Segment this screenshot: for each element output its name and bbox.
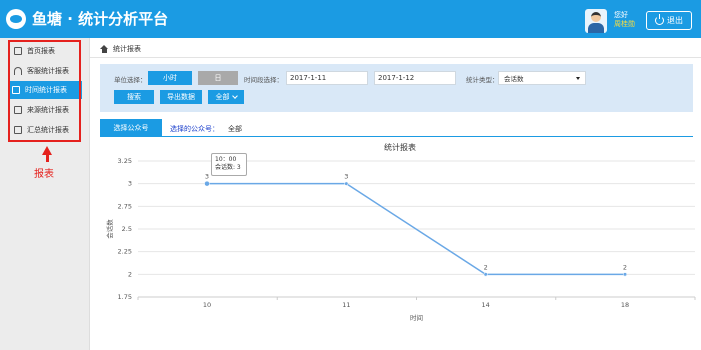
app-title: 鱼塘 · 统计分析平台 [32,10,169,28]
logout-button[interactable]: 退出 [646,11,692,30]
select-account-button[interactable]: 选择公众号 [100,119,162,136]
y-tick-label: 2 [128,270,132,278]
data-point [204,180,210,187]
export-button[interactable]: 导出数据 [160,90,202,104]
tab-divider [100,136,693,137]
y-tick-label: 1.75 [118,293,132,301]
end-date-input[interactable]: 2017-1-12 [374,71,456,85]
y-tick-label: 2.75 [118,202,132,210]
selected-account-value: 全部 [228,125,242,133]
selected-account-label: 选择的公众号： [170,125,219,133]
unit-hour-button[interactable]: 小时 [148,71,192,85]
chart-tooltip: 10：00 会话数: 3 [211,153,247,176]
all-button-label: 全部 [215,93,230,101]
line-chart: 3.25 3 2.75 2.5 2.25 2 1.75 10 11 14 18 时间 会话数 3 3 2 2 [105,157,696,322]
all-dropdown-button[interactable]: 全部 [208,90,244,104]
chevron-down-icon [231,93,238,99]
annotation-label: 报表 [34,169,54,180]
tooltip-value: 会话数: 3 [215,164,241,171]
logout-label: 退出 [667,16,683,25]
data-point [344,181,349,186]
data-point [483,272,488,277]
y-tick-label: 3 [128,180,132,188]
user-greeting: 您好 周桂勋 [614,11,635,29]
x-tick-label: 10 [203,301,211,309]
search-button[interactable]: 搜索 [114,90,154,104]
divider [90,57,701,58]
data-label: 3 [344,173,348,181]
sidebar: 首页报表 客服统计报表 时间统计报表 来源统计报表 汇总统计报表 报表 [0,38,90,350]
tooltip-time: 10：00 [215,156,237,163]
y-tick-label: 3.25 [118,157,132,165]
unit-label: 单位选择： [114,76,147,84]
fish-logo-icon [6,9,26,29]
data-label: 3 [205,173,209,181]
period-label: 时间段选择： [244,76,283,84]
breadcrumb-label: 统计报表 [113,45,141,53]
x-tick-label: 11 [342,301,350,309]
data-label: 2 [623,263,627,271]
annotation-arrow-stem [45,154,49,162]
annotation-highlight-box [8,40,81,142]
stat-type-select[interactable]: 会话数 [498,71,586,85]
user-name[interactable]: 周桂勋 [614,20,635,29]
y-axis-label: 会话数 [105,219,114,239]
data-label: 2 [484,263,488,271]
filter-panel: 单位选择： 小时 日 时间段选择： 2017-1-11 2017-1-12 统计… [100,64,693,112]
x-tick-label: 18 [621,301,629,309]
start-date-input[interactable]: 2017-1-11 [286,71,368,85]
unit-day-button[interactable]: 日 [198,71,238,85]
stat-type-value: 会话数 [504,75,524,83]
x-tick-label: 14 [482,301,490,309]
home-icon[interactable] [100,45,109,53]
breadcrumb: 统计报表 [100,44,141,54]
avatar[interactable] [585,9,607,33]
greeting-text: 您好 [614,11,628,19]
top-header: 鱼塘 · 统计分析平台 您好 周桂勋 退出 [0,0,701,38]
x-axis-label: 时间 [410,313,423,322]
y-tick-label: 2.25 [118,248,132,256]
power-icon [655,14,664,25]
stat-type-label: 统计类型： [466,76,499,84]
chevron-down-icon [576,77,580,80]
y-tick-label: 2.5 [122,225,132,233]
data-point [622,272,628,277]
